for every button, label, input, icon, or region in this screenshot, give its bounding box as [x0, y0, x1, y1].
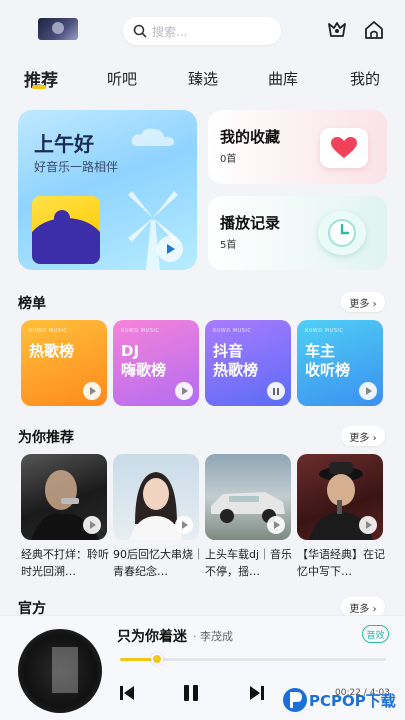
favorites-count: 0首 [220, 154, 237, 165]
search-placeholder: 搜索... [152, 24, 188, 39]
recommend-cover [205, 454, 291, 540]
home-icon[interactable] [363, 19, 385, 41]
avatar[interactable] [38, 18, 78, 40]
recommend-card[interactable]: 经典不打烊：聆听时光回溯… [21, 454, 109, 580]
chart-play-button[interactable] [175, 382, 193, 400]
chart-tag: KUWO MUSIC [305, 328, 344, 334]
recommend-title: 【华语经典】在记忆中写下… [297, 548, 385, 578]
heart-icon [320, 128, 368, 168]
cloud-icon [131, 128, 174, 146]
chart-name: DJ 嗨歌榜 [121, 342, 167, 379]
recommend-cover [297, 454, 383, 540]
tab-select[interactable]: 臻选 [188, 68, 218, 89]
previous-icon [120, 686, 134, 700]
search-input[interactable]: 搜索... [123, 17, 281, 45]
recommend-cover [21, 454, 107, 540]
recommend-card[interactable]: 90后回忆大串烧｜青春纪念… [113, 454, 204, 580]
recommend-play-button[interactable] [175, 516, 193, 534]
recommend-title: 90后回忆大串烧｜青春纪念… [113, 548, 204, 578]
play-icon [366, 521, 372, 529]
recommend-more-button[interactable]: 更多 › [341, 426, 385, 446]
pause-button[interactable] [181, 682, 201, 704]
play-icon [182, 387, 188, 395]
main-tabs: 推荐 听吧 臻选 曲库 我的 [0, 64, 405, 94]
play-icon [366, 387, 372, 395]
tab-listen[interactable]: 听吧 [107, 68, 137, 89]
chart-tag: KUWO MUSIC [29, 328, 68, 334]
recommend-cover [113, 454, 199, 540]
official-more-button[interactable]: 更多 › [341, 597, 385, 617]
chart-tag: KUWO MUSIC [121, 328, 160, 334]
charts-section-title: 榜单 [18, 296, 46, 312]
player-cover[interactable] [18, 629, 102, 713]
charts-more-button[interactable]: 更多 › [341, 292, 385, 312]
chart-play-button[interactable] [359, 382, 377, 400]
search-icon [133, 24, 147, 38]
hero-album-art [32, 196, 100, 264]
chart-card-douyin[interactable]: KUWO MUSIC 抖音 热歌榜 [205, 320, 291, 406]
recommend-play-button[interactable] [83, 516, 101, 534]
chart-name: 抖音 热歌榜 [213, 342, 259, 379]
pause-icon [273, 387, 279, 395]
pause-icon [184, 685, 198, 701]
hero-play-button[interactable] [157, 236, 183, 262]
chart-play-button[interactable] [83, 382, 101, 400]
watermark-logo: PCPOP下载 [283, 688, 396, 712]
watermark-text: PCPOP下载 [309, 692, 396, 710]
chart-tag: KUWO MUSIC [213, 328, 252, 334]
favorites-title: 我的收藏 [220, 128, 281, 146]
clock-icon [318, 211, 366, 255]
player-artist: · 李茂成 [193, 630, 233, 643]
recommend-card[interactable]: 上头车载dj｜音乐不停，揺… [205, 454, 292, 580]
vip-icon[interactable] [326, 19, 348, 41]
recommend-section-title: 为你推荐 [18, 430, 74, 446]
recommend-play-button[interactable] [267, 516, 285, 534]
recommend-card[interactable]: 【华语经典】在记忆中写下… [297, 454, 385, 580]
play-icon [182, 521, 188, 529]
greeting-title: 上午好 [34, 132, 94, 156]
chart-name: 热歌榜 [29, 342, 75, 360]
top-bar: 搜索... [0, 10, 405, 54]
recommend-title: 上头车载dj｜音乐不停，揺… [205, 548, 293, 578]
progress-knob[interactable] [151, 653, 164, 665]
next-button[interactable] [248, 682, 266, 704]
tab-library[interactable]: 曲库 [268, 68, 298, 89]
previous-button[interactable] [118, 682, 136, 704]
chart-card-hot[interactable]: KUWO MUSIC 热歌榜 [21, 320, 107, 406]
next-icon [250, 686, 264, 700]
sound-effect-button[interactable]: 音效 [362, 625, 389, 643]
play-icon [167, 244, 175, 254]
play-icon [90, 521, 96, 529]
tab-indicator [32, 85, 46, 89]
chart-name: 车主 收听榜 [305, 342, 351, 379]
greeting-subtitle: 好音乐一路相伴 [34, 160, 119, 174]
recommend-title: 经典不打烊：聆听时光回溯… [21, 548, 109, 578]
play-icon [90, 387, 96, 395]
history-title: 播放记录 [220, 214, 281, 232]
recommend-play-button[interactable] [359, 516, 377, 534]
chart-card-dj[interactable]: KUWO MUSIC DJ 嗨歌榜 [113, 320, 199, 406]
history-count: 5首 [220, 240, 237, 251]
player-song-title: 只为你着迷 [117, 629, 187, 645]
tab-mine[interactable]: 我的 [350, 68, 380, 89]
play-icon [274, 521, 280, 529]
chart-card-car[interactable]: KUWO MUSIC 车主 收听榜 [297, 320, 383, 406]
chart-pause-button[interactable] [267, 382, 285, 400]
